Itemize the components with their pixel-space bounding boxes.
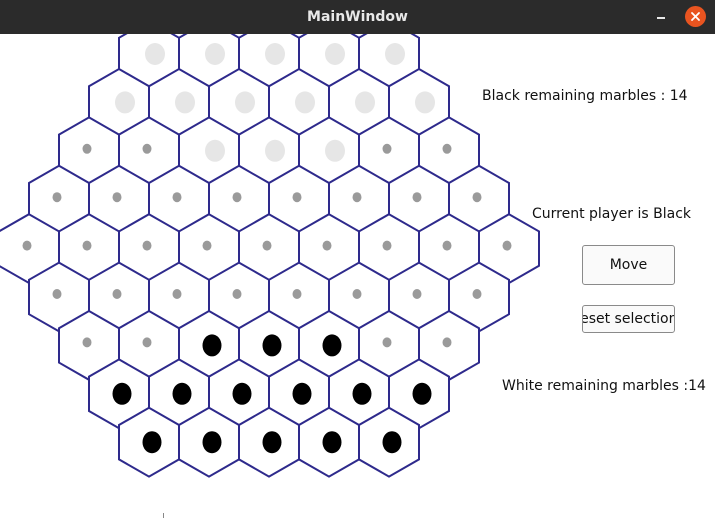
- white-marble[interactable]: [205, 139, 225, 162]
- empty-slot[interactable]: [382, 143, 392, 154]
- title-bar: MainWindow: [0, 0, 715, 34]
- empty-slot[interactable]: [142, 143, 152, 154]
- white-marble[interactable]: [235, 91, 255, 114]
- white-marble[interactable]: [115, 91, 135, 114]
- black-marble[interactable]: [202, 334, 222, 357]
- white-marble[interactable]: [295, 91, 315, 114]
- empty-slot[interactable]: [412, 192, 422, 203]
- black-remaining-label: Black remaining marbles : 14: [482, 88, 688, 104]
- empty-slot[interactable]: [412, 289, 422, 299]
- black-marble[interactable]: [112, 382, 132, 405]
- empty-slot[interactable]: [82, 240, 92, 251]
- empty-slot[interactable]: [442, 337, 452, 348]
- empty-slot[interactable]: [352, 289, 362, 299]
- empty-slot[interactable]: [112, 289, 122, 299]
- black-marble[interactable]: [172, 382, 192, 405]
- empty-slot[interactable]: [172, 289, 182, 299]
- black-marble[interactable]: [352, 382, 372, 405]
- empty-slot[interactable]: [352, 192, 362, 203]
- empty-slot[interactable]: [262, 240, 272, 251]
- white-marble[interactable]: [355, 91, 375, 114]
- black-marble[interactable]: [232, 382, 252, 405]
- empty-slot[interactable]: [442, 240, 452, 251]
- white-marble[interactable]: [385, 43, 405, 65]
- black-marble[interactable]: [202, 431, 222, 454]
- white-marble[interactable]: [145, 43, 165, 65]
- empty-slot[interactable]: [172, 192, 182, 203]
- empty-slot[interactable]: [472, 192, 482, 203]
- main-window-content: Black remaining marbles : 14 Current pla…: [0, 34, 715, 518]
- black-marble[interactable]: [262, 334, 282, 357]
- empty-slot[interactable]: [232, 192, 242, 203]
- black-marble[interactable]: [382, 431, 402, 454]
- empty-slot[interactable]: [82, 143, 92, 154]
- empty-slot[interactable]: [142, 337, 152, 348]
- window-resize-handle: [163, 513, 164, 518]
- empty-slot[interactable]: [382, 240, 392, 251]
- close-icon[interactable]: [685, 6, 706, 27]
- white-marble[interactable]: [415, 91, 435, 114]
- white-marble[interactable]: [205, 43, 225, 65]
- empty-slot[interactable]: [292, 289, 302, 299]
- window-title: MainWindow: [307, 9, 408, 25]
- empty-slot[interactable]: [142, 240, 152, 251]
- minimize-icon[interactable]: [653, 7, 671, 25]
- empty-slot[interactable]: [442, 143, 452, 154]
- black-marble[interactable]: [322, 431, 342, 454]
- empty-slot[interactable]: [502, 240, 512, 251]
- white-marble[interactable]: [265, 139, 285, 162]
- empty-slot[interactable]: [472, 289, 482, 299]
- white-marble[interactable]: [265, 43, 285, 65]
- white-marble[interactable]: [325, 139, 345, 162]
- game-board: [0, 34, 540, 478]
- current-player-label: Current player is Black: [532, 206, 692, 222]
- white-marble[interactable]: [175, 91, 195, 114]
- empty-slot[interactable]: [232, 289, 242, 299]
- black-marble[interactable]: [262, 431, 282, 454]
- black-marble[interactable]: [412, 382, 432, 405]
- empty-slot[interactable]: [82, 337, 92, 348]
- reset-selection-button[interactable]: Reset selection: [582, 305, 675, 333]
- empty-slot[interactable]: [322, 240, 332, 251]
- empty-slot[interactable]: [22, 240, 32, 251]
- empty-slot[interactable]: [382, 337, 392, 348]
- empty-slot[interactable]: [52, 289, 62, 299]
- empty-slot[interactable]: [292, 192, 302, 203]
- white-remaining-label: White remaining marbles :14: [502, 378, 706, 394]
- black-marble[interactable]: [292, 382, 312, 405]
- empty-slot[interactable]: [202, 240, 212, 251]
- black-marble[interactable]: [142, 431, 162, 454]
- white-marble[interactable]: [325, 43, 345, 65]
- empty-slot[interactable]: [52, 192, 62, 203]
- empty-slot[interactable]: [112, 192, 122, 203]
- black-marble[interactable]: [322, 334, 342, 357]
- move-button[interactable]: Move: [582, 245, 675, 285]
